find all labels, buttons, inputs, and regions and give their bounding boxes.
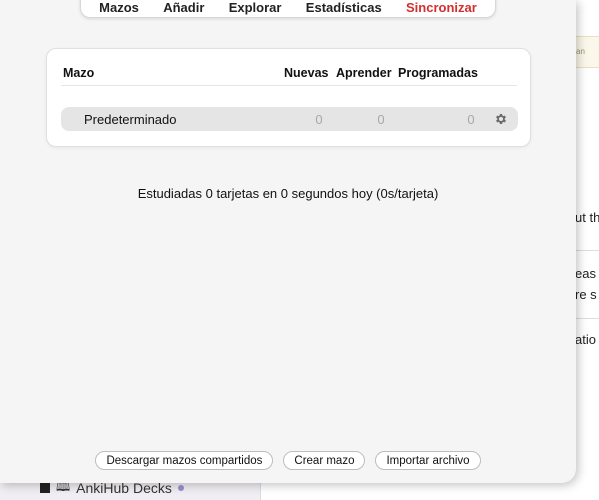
study-stats-text: Estudiadas 0 tarjetas en 0 segundos hoy … xyxy=(137,186,439,201)
deck-new-count: 0 xyxy=(315,112,323,127)
deck-row[interactable]: Predeterminado 0 0 0 xyxy=(61,107,518,131)
column-header-due: Programadas xyxy=(398,66,478,80)
deck-table-header: Mazo Nuevas Aprender Programadas xyxy=(61,65,517,86)
deck-list-card: Mazo Nuevas Aprender Programadas Predete… xyxy=(46,48,531,147)
background-text-fragment: re s xyxy=(575,287,597,302)
background-divider xyxy=(575,318,599,319)
status-dot-icon xyxy=(177,485,184,491)
top-toolbar: Mazos Añadir Explorar Estadísticas Sincr… xyxy=(80,0,496,18)
toolbar-sync-link[interactable]: Sincronizar xyxy=(406,0,477,16)
toolbar-add-link[interactable]: Añadir xyxy=(163,0,204,16)
column-header-learn: Aprender xyxy=(336,66,392,80)
toolbar-decks-link[interactable]: Mazos xyxy=(99,0,139,16)
toolbar-stats-link[interactable]: Estadísticas xyxy=(306,0,382,16)
toolbar-browse-link[interactable]: Explorar xyxy=(229,0,282,16)
column-header-deck: Mazo xyxy=(63,66,95,80)
deck-name-link[interactable]: Predeterminado xyxy=(84,112,177,127)
create-deck-button[interactable]: Crear mazo xyxy=(283,451,366,470)
background-text-fragment: ut th xyxy=(575,210,599,225)
background-text-fragment: atio xyxy=(575,332,596,347)
import-file-button[interactable]: Importar archivo xyxy=(375,451,481,470)
deck-browser-window: Mazos Añadir Explorar Estadísticas Sincr… xyxy=(0,0,576,483)
get-shared-decks-button[interactable]: Descargar mazos compartidos xyxy=(95,451,274,470)
deck-due-count: 0 xyxy=(467,112,475,127)
gear-icon[interactable] xyxy=(493,111,509,127)
deck-learn-count: 0 xyxy=(377,112,385,127)
background-text-fragment: eas xyxy=(575,266,596,281)
bottom-button-bar: Descargar mazos compartidos Crear mazo I… xyxy=(0,451,576,473)
column-header-new: Nuevas xyxy=(284,66,329,80)
square-icon xyxy=(40,483,50,493)
background-divider xyxy=(575,250,599,251)
